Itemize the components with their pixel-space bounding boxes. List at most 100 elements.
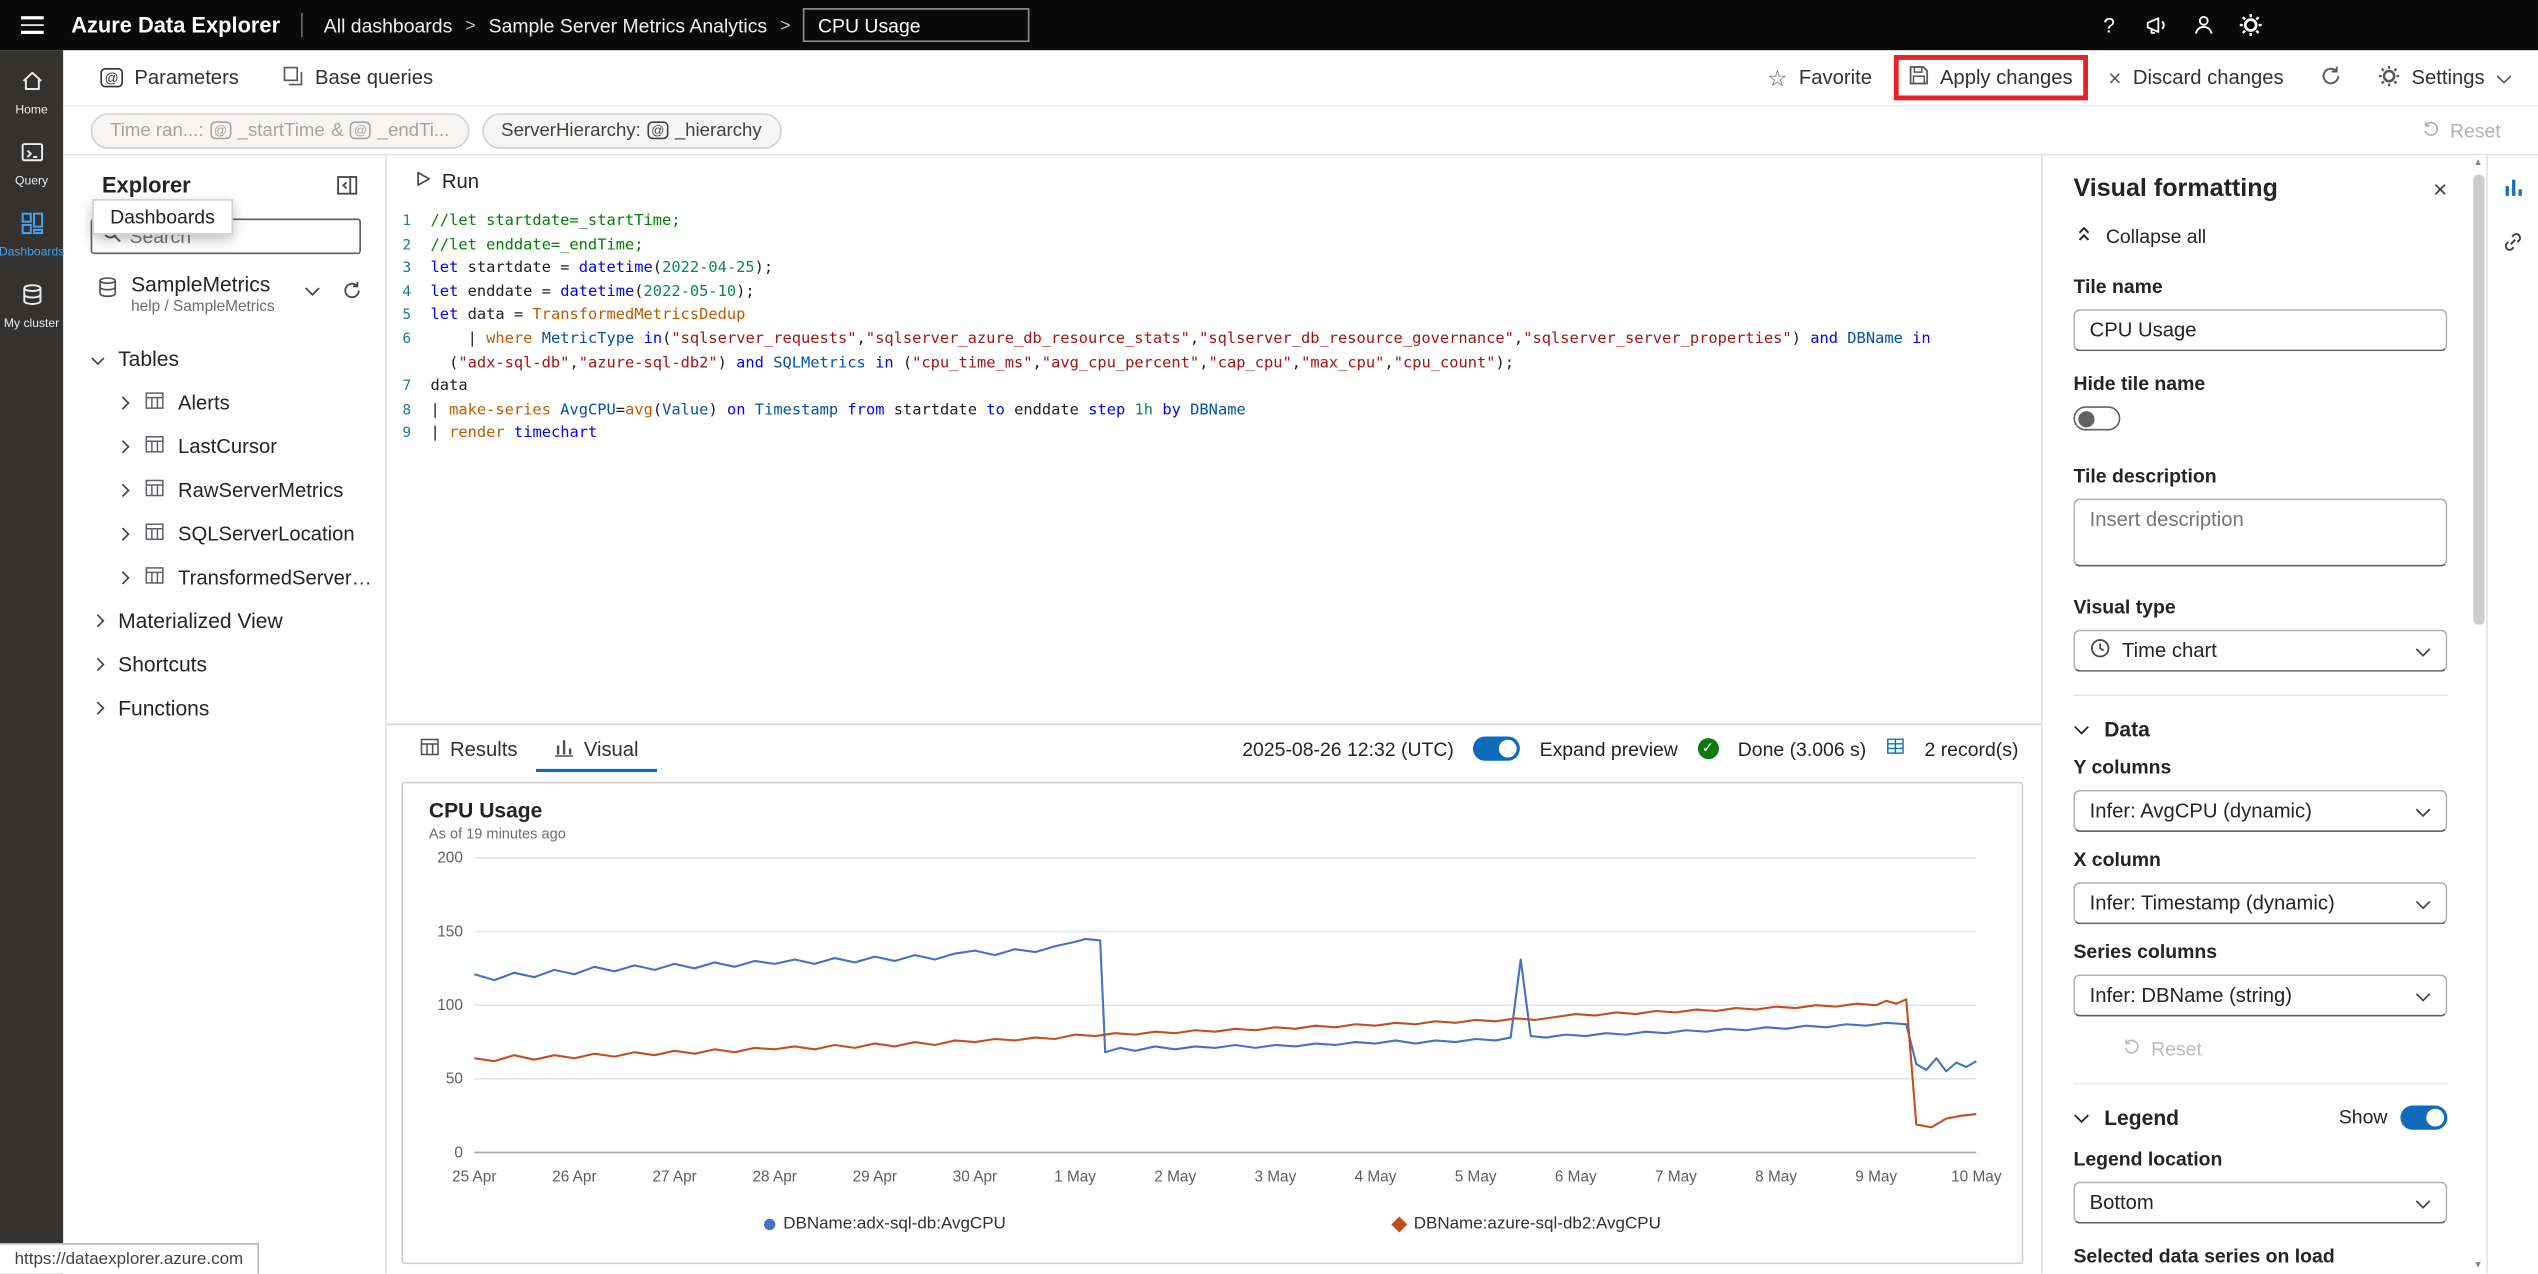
settings-button[interactable]: Settings bbox=[2377, 64, 2512, 92]
explorer-title: Explorer bbox=[102, 173, 191, 197]
run-button[interactable]: Run bbox=[414, 169, 479, 192]
close-icon[interactable]: × bbox=[2433, 177, 2447, 201]
code-line[interactable]: 5let data = TransformedMetricsDedup bbox=[387, 305, 2041, 329]
table-item-transformedservermet-[interactable]: TransformedServerMet... bbox=[63, 555, 385, 599]
code-line[interactable]: ("adx-sql-db","azure-sql-db2") and SQLMe… bbox=[387, 352, 2041, 376]
breadcrumb-separator: > bbox=[465, 15, 475, 34]
parameters-button[interactable]: @ Parameters bbox=[100, 66, 239, 89]
breadcrumb-all-dashboards[interactable]: All dashboards bbox=[324, 14, 453, 37]
tile-description-input[interactable] bbox=[2073, 499, 2447, 567]
filter-pill-server-hierarchy[interactable]: ServerHierarchy: @ _hierarchy bbox=[482, 112, 781, 148]
legend-section-header[interactable]: Legend Show bbox=[2073, 1083, 2447, 1132]
legend-item[interactable]: DBName:adx-sql-db:AvgCPU bbox=[764, 1214, 1006, 1233]
explorer-panel: Explorer SampleMetrics help / Sampl bbox=[63, 155, 387, 1273]
visual-type-dropdown[interactable]: Time chart bbox=[2073, 630, 2447, 672]
expand-preview-toggle[interactable] bbox=[1473, 736, 1520, 760]
filters-reset-button[interactable]: Reset bbox=[2421, 118, 2501, 142]
table-item-sqlserverlocation[interactable]: SQLServerLocation bbox=[63, 511, 385, 555]
chevron-down-icon bbox=[2073, 1102, 2089, 1131]
query-timestamp: 2025-08-26 12:32 (UTC) bbox=[1242, 737, 1454, 760]
x-column-label: X column bbox=[2073, 848, 2447, 871]
code-line[interactable]: 2//let enddate=_endTime; bbox=[387, 234, 2041, 258]
chevron-down-icon bbox=[2073, 714, 2089, 743]
code-line[interactable]: 1//let startdate=_startTime; bbox=[387, 210, 2041, 234]
visual-preview-area: CPU Usage As of 19 minutes ago 050100150… bbox=[387, 772, 2041, 1274]
svg-text:3 May: 3 May bbox=[1254, 1169, 1296, 1186]
code-line[interactable]: 6 | where MetricType in("sqlserver_reque… bbox=[387, 329, 2041, 353]
tree-root-shortcuts[interactable]: Shortcuts bbox=[63, 643, 385, 687]
sidebar-item-my-cluster[interactable]: My cluster bbox=[0, 278, 63, 333]
tree-root-functions[interactable]: Functions bbox=[63, 686, 385, 730]
table-icon bbox=[419, 736, 440, 762]
chevron-down-icon bbox=[91, 346, 106, 370]
discard-changes-button[interactable]: × Discard changes bbox=[2108, 66, 2283, 89]
hide-tile-name-toggle[interactable] bbox=[2073, 406, 2120, 430]
code-line[interactable]: 8| make-series AvgCPU=avg(Value) on Time… bbox=[387, 399, 2041, 423]
base-queries-button[interactable]: Base queries bbox=[281, 64, 433, 92]
table-icon bbox=[144, 564, 165, 590]
series-columns-dropdown[interactable]: Infer: DBName (string) bbox=[2073, 974, 2447, 1016]
scroll-down-icon[interactable]: ▼ bbox=[2470, 1261, 2486, 1271]
feedback-megaphone-icon[interactable] bbox=[2140, 7, 2172, 43]
help-icon[interactable]: ? bbox=[2093, 7, 2125, 43]
scrollbar-thumb[interactable] bbox=[2472, 175, 2483, 625]
bar-chart-icon bbox=[553, 736, 574, 762]
database-name: SampleMetrics bbox=[131, 272, 290, 296]
legend-location-dropdown[interactable]: Bottom bbox=[2073, 1182, 2447, 1224]
dashboard-title-input[interactable] bbox=[803, 8, 1030, 42]
tab-results[interactable]: Results bbox=[401, 725, 535, 772]
tile-description-label: Tile description bbox=[2073, 465, 2447, 488]
chevron-right-icon bbox=[86, 657, 110, 672]
tile-name-input[interactable] bbox=[2073, 309, 2447, 351]
status-url: https://dataexplorer.azure.com bbox=[0, 1243, 259, 1274]
code-line[interactable]: 3let startdate = datetime(2022-04-25); bbox=[387, 258, 2041, 282]
sidebar-item-query[interactable]: Query bbox=[0, 136, 63, 191]
hide-tile-name-label: Hide tile name bbox=[2073, 372, 2447, 395]
code-line[interactable]: 9| render timechart bbox=[387, 423, 2041, 447]
visual-formatting-icon[interactable] bbox=[2500, 175, 2526, 201]
hamburger-menu-icon[interactable] bbox=[0, 0, 63, 50]
sidebar-item-dashboards[interactable]: Dashboards bbox=[0, 207, 63, 262]
undo-icon bbox=[2421, 118, 2440, 142]
panel-scrollbar[interactable]: ▲ ▼ bbox=[2470, 155, 2486, 1273]
code-line[interactable]: 7data bbox=[387, 376, 2041, 400]
x-column-dropdown[interactable]: Infer: Timestamp (dynamic) bbox=[2073, 882, 2447, 924]
chevron-right-icon bbox=[112, 439, 135, 454]
visual-type-label: Visual type bbox=[2073, 596, 2447, 619]
data-section-header[interactable]: Data bbox=[2073, 694, 2447, 743]
settings-gear-icon[interactable] bbox=[2234, 7, 2266, 43]
dashboards-tooltip: Dashboards bbox=[92, 199, 232, 235]
apply-changes-button[interactable]: Apply changes bbox=[1908, 65, 2073, 91]
database-refresh-icon[interactable] bbox=[338, 277, 366, 305]
chevron-down-icon bbox=[2415, 892, 2431, 915]
tree-root-tables[interactable]: Tables bbox=[63, 337, 385, 381]
collapse-all-button[interactable]: Collapse all bbox=[2073, 223, 2206, 249]
y-columns-dropdown[interactable]: Infer: AvgCPU (dynamic) bbox=[2073, 790, 2447, 832]
legend-show-toggle[interactable] bbox=[2400, 1105, 2447, 1129]
play-icon bbox=[414, 169, 432, 192]
table-item-lastcursor[interactable]: LastCursor bbox=[63, 424, 385, 468]
filter-pill-time-range[interactable]: Time ran...: @ _startTime & @ _endTi... bbox=[91, 112, 469, 148]
tile-preview-card: CPU Usage As of 19 minutes ago 050100150… bbox=[401, 782, 2023, 1264]
collapse-panel-icon[interactable] bbox=[332, 170, 363, 201]
table-item-rawservermetrics[interactable]: RawServerMetrics bbox=[63, 468, 385, 512]
database-dropdown-chevron-icon[interactable] bbox=[301, 282, 324, 298]
query-editor[interactable]: 1//let startdate=_startTime;2//let endda… bbox=[387, 206, 2041, 724]
breadcrumb-dashboard-name[interactable]: Sample Server Metrics Analytics bbox=[489, 14, 768, 37]
refresh-button[interactable] bbox=[2319, 64, 2342, 92]
database-selector[interactable]: SampleMetrics help / SampleMetrics bbox=[63, 272, 385, 316]
favorite-button[interactable]: ☆ Favorite bbox=[1767, 66, 1872, 89]
cluster-database-icon bbox=[19, 282, 45, 313]
code-line[interactable]: 4let enddate = datetime(2022-05-10); bbox=[387, 281, 2041, 305]
tab-visual[interactable]: Visual bbox=[535, 725, 656, 772]
table-item-alerts[interactable]: Alerts bbox=[63, 380, 385, 424]
link-icon[interactable] bbox=[2501, 230, 2525, 254]
tree-root-materialized-view[interactable]: Materialized View bbox=[63, 599, 385, 643]
sidebar-item-home[interactable]: Home bbox=[0, 65, 63, 120]
account-person-icon[interactable] bbox=[2187, 7, 2219, 43]
scroll-up-icon[interactable]: ▲ bbox=[2470, 159, 2486, 169]
dashboard-toolbar: @ Parameters Base queries ☆ Favorite bbox=[63, 50, 2538, 107]
legend-item[interactable]: DBName:azure-sql-db2:AvgCPU bbox=[1394, 1214, 1661, 1233]
timechart-plot[interactable]: 05010015020025 Apr26 Apr27 Apr28 Apr29 A… bbox=[419, 842, 2008, 1201]
data-reset-button[interactable]: Reset bbox=[2122, 1036, 2202, 1060]
